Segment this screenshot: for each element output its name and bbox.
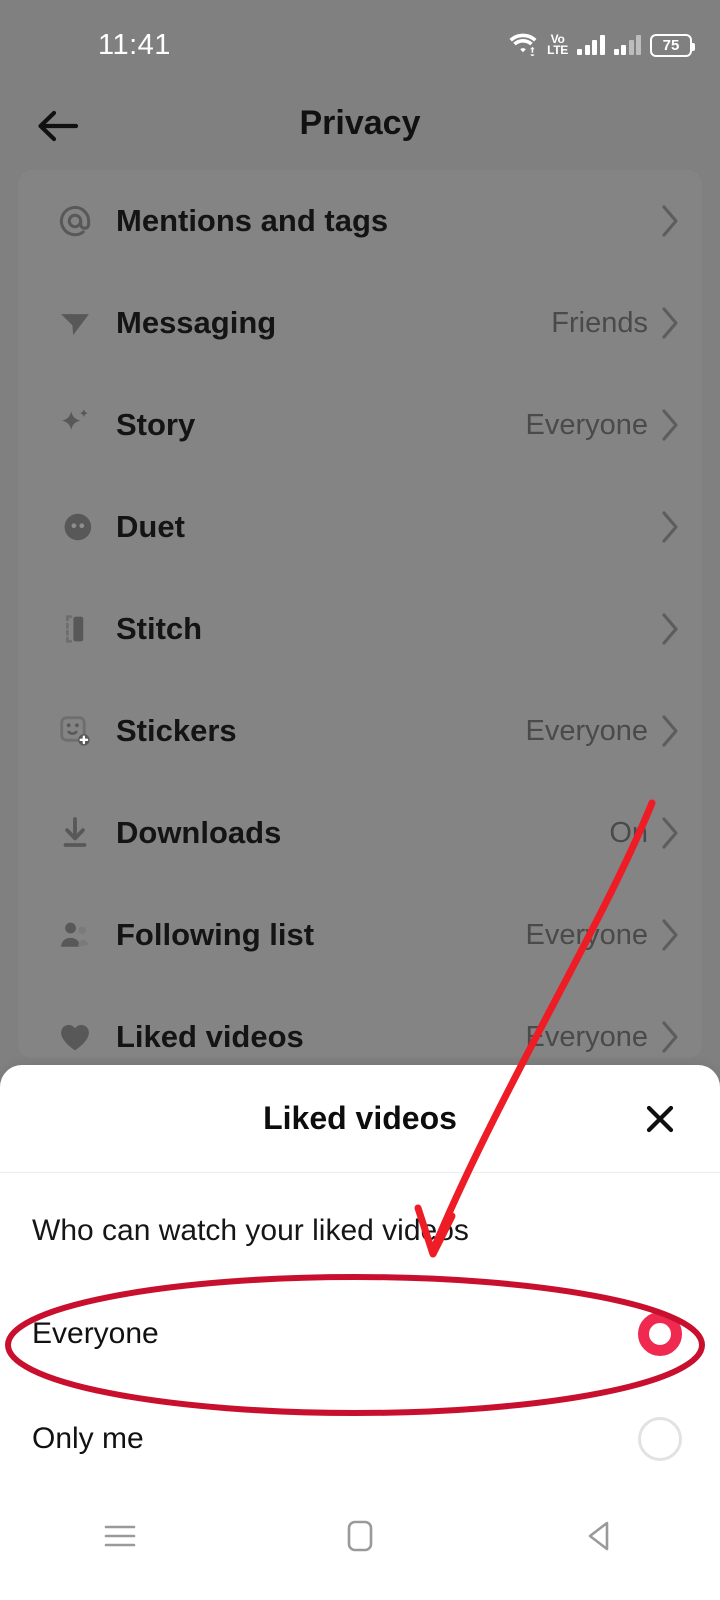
bottom-sheet: Liked videos Who can watch your liked vi… — [0, 1065, 720, 1472]
chevron-right-icon — [648, 816, 692, 850]
battery-icon: 75 — [650, 33, 695, 57]
list-item-value: Everyone — [525, 918, 648, 951]
list-item-value: Everyone — [525, 714, 648, 747]
heart-icon — [46, 1018, 104, 1056]
sparkle-icon — [46, 406, 104, 444]
sheet-header: Liked videos — [0, 1065, 720, 1173]
page-title: Privacy — [299, 104, 421, 142]
list-item-value: Everyone — [525, 408, 648, 441]
close-icon[interactable] — [638, 1097, 682, 1141]
people-icon — [46, 916, 104, 954]
status-time: 11:41 — [98, 29, 171, 61]
chevron-right-icon — [648, 714, 692, 748]
at-mention-icon — [46, 202, 104, 240]
chevron-right-icon — [648, 204, 692, 238]
status-bar: 11:41 Vo LTE 75 — [0, 0, 720, 80]
radio-unselected-icon[interactable] — [638, 1417, 682, 1461]
home-square-icon[interactable] — [310, 1501, 410, 1571]
list-item-label: Following list — [116, 917, 315, 952]
list-item-stickers[interactable]: Stickers Everyone — [18, 680, 702, 782]
option-everyone[interactable]: Everyone — [0, 1302, 720, 1366]
chevron-right-icon — [648, 612, 692, 646]
list-item-label: Liked videos — [116, 1019, 304, 1054]
option-label: Only me — [32, 1422, 144, 1455]
signal-bars-icon — [577, 35, 605, 55]
paper-plane-icon — [46, 304, 104, 342]
option-label: Everyone — [32, 1317, 159, 1350]
sheet-question: Who can watch your liked videos — [32, 1214, 469, 1247]
list-item-mentions-and-tags[interactable]: Mentions and tags — [18, 170, 702, 272]
radio-selected-icon[interactable] — [638, 1312, 682, 1356]
list-item-story[interactable]: Story Everyone — [18, 374, 702, 476]
list-item-label: Downloads — [116, 815, 282, 850]
list-item-stitch[interactable]: Stitch — [18, 578, 702, 680]
phone-screen: 11:41 Vo LTE 75 Privacy Mentions and tag… — [0, 0, 720, 1600]
chevron-right-icon — [648, 1020, 692, 1054]
menu-recents-icon[interactable] — [70, 1501, 170, 1571]
list-item-duet[interactable]: Duet — [18, 476, 702, 578]
back-triangle-icon[interactable] — [550, 1501, 650, 1571]
list-item-following-list[interactable]: Following list Everyone — [18, 884, 702, 986]
download-icon — [46, 814, 104, 852]
list-item-value: Friends — [551, 306, 648, 339]
android-nav-bar — [0, 1472, 720, 1600]
duet-icon — [46, 508, 104, 546]
chevron-right-icon — [648, 306, 692, 340]
battery-level: 75 — [662, 36, 680, 54]
status-icons: Vo LTE 75 — [508, 30, 695, 61]
list-item-value: Everyone — [525, 1020, 648, 1053]
sheet-title: Liked videos — [263, 1100, 457, 1136]
chevron-right-icon — [648, 408, 692, 442]
volte-icon: Vo LTE — [547, 31, 568, 57]
list-item-downloads[interactable]: Downloads On — [18, 782, 702, 884]
list-item-label: Story — [116, 407, 196, 442]
wifi-icon — [508, 30, 538, 61]
list-item-label: Duet — [116, 509, 185, 544]
list-item-label: Stickers — [116, 713, 237, 748]
list-item-label: Stitch — [116, 611, 203, 646]
settings-list: Mentions and tags Messaging Friends Stor… — [18, 170, 702, 1058]
stitch-icon — [46, 610, 104, 648]
sticker-icon — [46, 712, 104, 750]
list-item-value: On — [609, 816, 648, 849]
signal-bars-secondary-icon — [613, 35, 641, 55]
option-only-me[interactable]: Only me — [0, 1407, 720, 1471]
list-item-label: Mentions and tags — [116, 203, 389, 238]
nav-header: Privacy — [0, 86, 720, 164]
chevron-right-icon — [648, 918, 692, 952]
chevron-right-icon — [648, 510, 692, 544]
list-item-messaging[interactable]: Messaging Friends — [18, 272, 702, 374]
list-item-label: Messaging — [116, 305, 277, 340]
